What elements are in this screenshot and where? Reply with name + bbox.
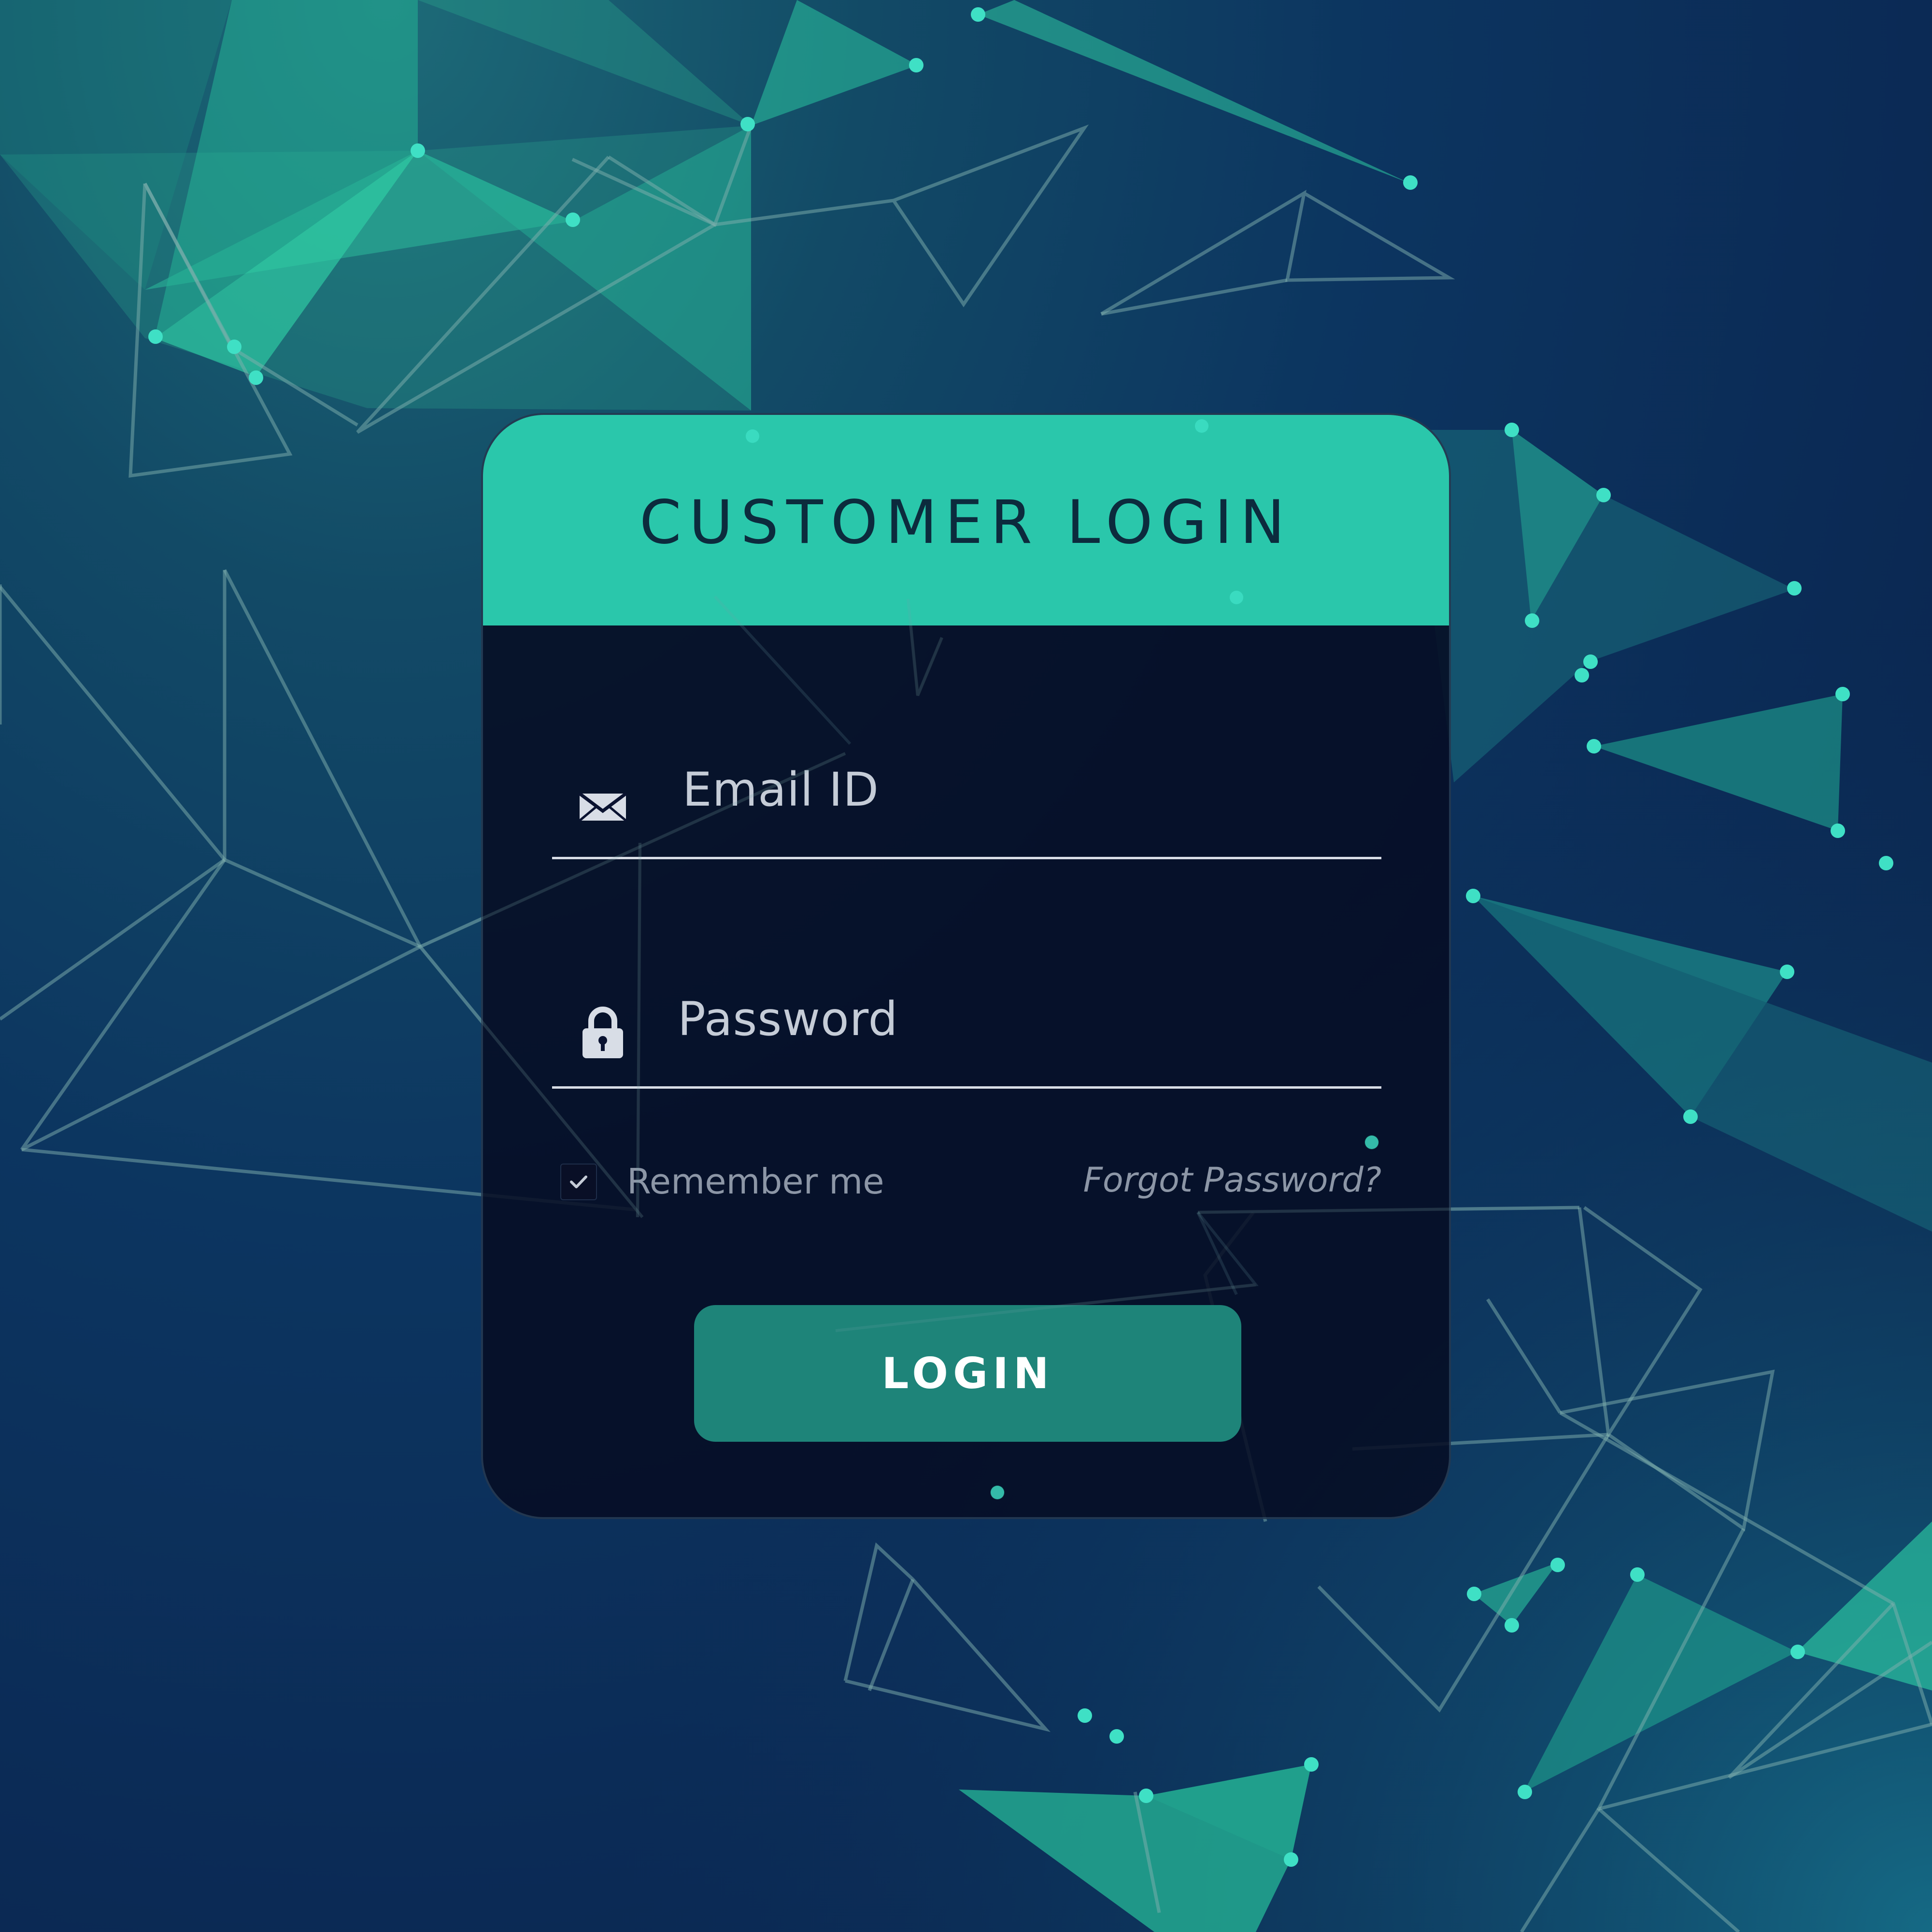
password-field[interactable]: Password [552, 973, 1381, 1089]
card-title: CUSTOMER LOGIN [639, 488, 1293, 557]
password-placeholder: Password [678, 992, 898, 1046]
envelope-icon [579, 792, 627, 822]
login-button[interactable]: LOGIN [694, 1305, 1241, 1442]
lock-icon [582, 1007, 623, 1058]
email-placeholder: Email ID [682, 763, 880, 817]
remember-label[interactable]: Remember me [627, 1161, 884, 1202]
remember-checkbox[interactable] [560, 1164, 597, 1200]
check-icon [570, 1175, 587, 1189]
card-header: CUSTOMER LOGIN [483, 415, 1449, 625]
login-card: CUSTOMER LOGIN Email ID Password Remembe… [481, 413, 1451, 1519]
email-field[interactable]: Email ID [552, 743, 1381, 859]
forgot-password-link[interactable]: Forgot Password? [1083, 1160, 1381, 1200]
login-button-label: LOGIN [881, 1349, 1054, 1398]
